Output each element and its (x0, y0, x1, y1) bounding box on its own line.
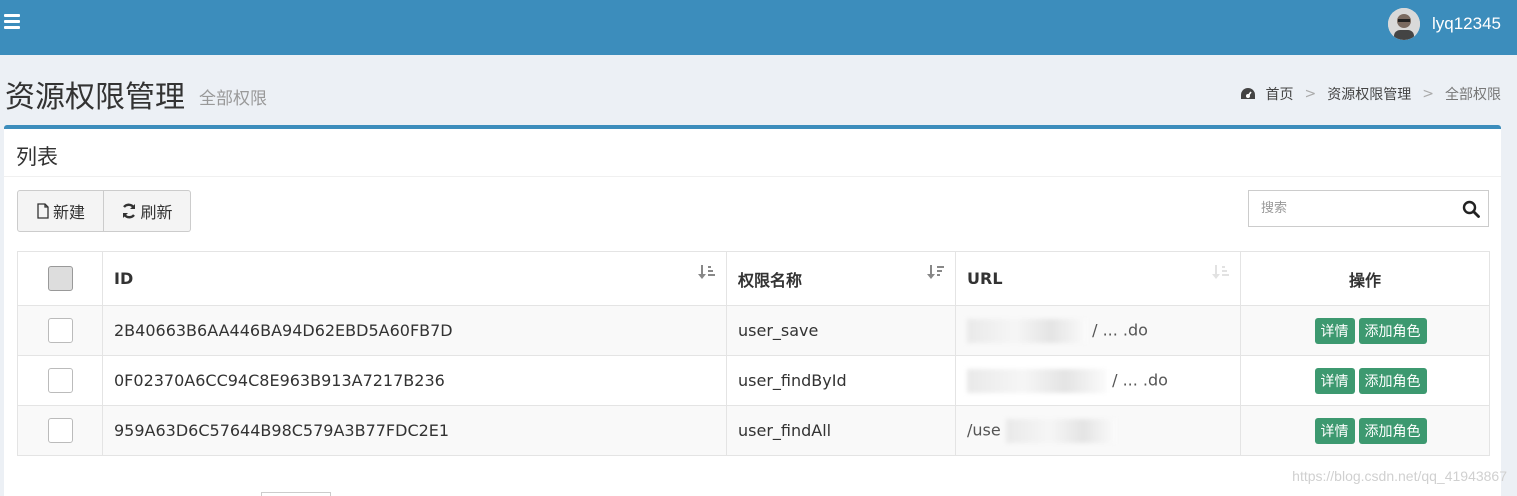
column-header-name-label: 权限名称 (738, 270, 803, 290)
permission-id: 2B40663B6AA446BA94D62EBD5A60FB7D (102, 305, 727, 356)
refresh-icon (123, 203, 136, 219)
add-role-button[interactable]: 添加角色 (1358, 417, 1427, 444)
table-row: 0F02370A6CC94C8E963B913A7217B236 user_fi… (17, 355, 1490, 406)
permission-id: 959A63D6C57644B98C579A3B77FDC2E1 (102, 405, 727, 456)
permission-url: / ... .do (955, 355, 1241, 406)
breadcrumb-current: 全部权限 (1445, 87, 1501, 103)
permission-url: / ... .do (955, 305, 1241, 356)
page-title: 资源权限管理 (5, 80, 185, 115)
permission-id: 0F02370A6CC94C8E963B913A7217B236 (102, 355, 727, 406)
breadcrumb-resource-permission[interactable]: 资源权限管理 (1327, 84, 1411, 104)
row-checkbox[interactable] (47, 318, 73, 343)
new-button[interactable]: 新建 (17, 190, 104, 232)
redacted-url (967, 368, 1107, 393)
permission-table: ID 权限名称 URL 操作 2B40663B6AA446BA94D62EBD5… (17, 251, 1490, 456)
column-header-id-label: ID (114, 269, 134, 288)
add-role-button[interactable]: 添加角色 (1358, 367, 1427, 394)
page-size-select[interactable] (261, 492, 331, 496)
breadcrumb-home[interactable]: 首页 (1266, 84, 1294, 104)
sort-inactive-icon[interactable] (1212, 264, 1230, 284)
permission-url-visible: / ... .do (1092, 320, 1148, 339)
column-header-url[interactable]: URL (955, 251, 1241, 306)
actions-cell: 详情 添加角色 (1240, 355, 1490, 406)
column-header-actions: 操作 (1240, 251, 1490, 306)
refresh-button-label: 刷新 (140, 203, 173, 222)
detail-button[interactable]: 详情 (1314, 367, 1355, 394)
page-subtitle: 全部权限 (199, 89, 267, 109)
new-button-label: 新建 (52, 203, 85, 222)
row-checkbox[interactable] (47, 418, 73, 443)
dashboard-icon (1240, 87, 1256, 101)
breadcrumb-separator: > (1304, 86, 1317, 102)
redacted-url (1005, 418, 1116, 443)
search-box (1248, 190, 1489, 227)
toolbar: 新建 刷新 (17, 190, 191, 232)
add-role-button[interactable]: 添加角色 (1358, 317, 1427, 344)
permission-name: user_findAll (726, 405, 956, 456)
hamburger-icon[interactable] (4, 14, 20, 30)
permission-url-visible: / ... .do (1112, 370, 1168, 389)
row-select-cell (17, 305, 103, 356)
refresh-button[interactable]: 刷新 (104, 190, 191, 232)
breadcrumb-separator: > (1422, 86, 1434, 102)
box-title: 列表 (4, 129, 1501, 177)
user-menu[interactable]: lyq12345 (1387, 8, 1501, 40)
column-header-name[interactable]: 权限名称 (726, 251, 956, 306)
top-navbar: lyq12345 (0, 0, 1517, 55)
search-icon[interactable] (1462, 200, 1480, 222)
username: lyq12345 (1431, 14, 1501, 33)
sort-descending-icon[interactable] (927, 264, 945, 284)
avatar (1387, 8, 1420, 40)
table-row: 2B40663B6AA446BA94D62EBD5A60FB7D user_sa… (17, 305, 1490, 356)
column-header-id[interactable]: ID (102, 251, 727, 306)
permission-name: user_findById (726, 355, 956, 406)
detail-button[interactable]: 详情 (1314, 417, 1355, 444)
breadcrumb: 首页 > 资源权限管理 > 全部权限 (1240, 84, 1501, 104)
row-select-cell (17, 405, 103, 456)
permission-name: user_save (726, 305, 956, 356)
permission-url: /use (955, 405, 1241, 456)
row-checkbox[interactable] (47, 368, 73, 393)
select-all-cell (17, 251, 103, 306)
column-header-url-label: URL (967, 269, 1003, 288)
row-select-cell (17, 355, 103, 406)
list-box: 列表 新建 刷新 搜索 ID 权限名称 URL 操作 2B40663B6AA44… (4, 125, 1501, 496)
actions-cell: 详情 添加角色 (1240, 405, 1490, 456)
search-input[interactable] (1249, 191, 1449, 226)
select-all-checkbox[interactable] (47, 266, 73, 291)
actions-cell: 详情 添加角色 (1240, 305, 1490, 356)
detail-button[interactable]: 详情 (1314, 317, 1355, 344)
permission-url-visible: /use (967, 420, 1001, 439)
file-icon (37, 203, 49, 219)
table-row: 959A63D6C57644B98C579A3B77FDC2E1 user_fi… (17, 405, 1490, 456)
redacted-url (967, 318, 1087, 343)
table-header-row: ID 权限名称 URL 操作 (17, 251, 1490, 306)
sort-ascending-icon[interactable] (698, 264, 716, 284)
